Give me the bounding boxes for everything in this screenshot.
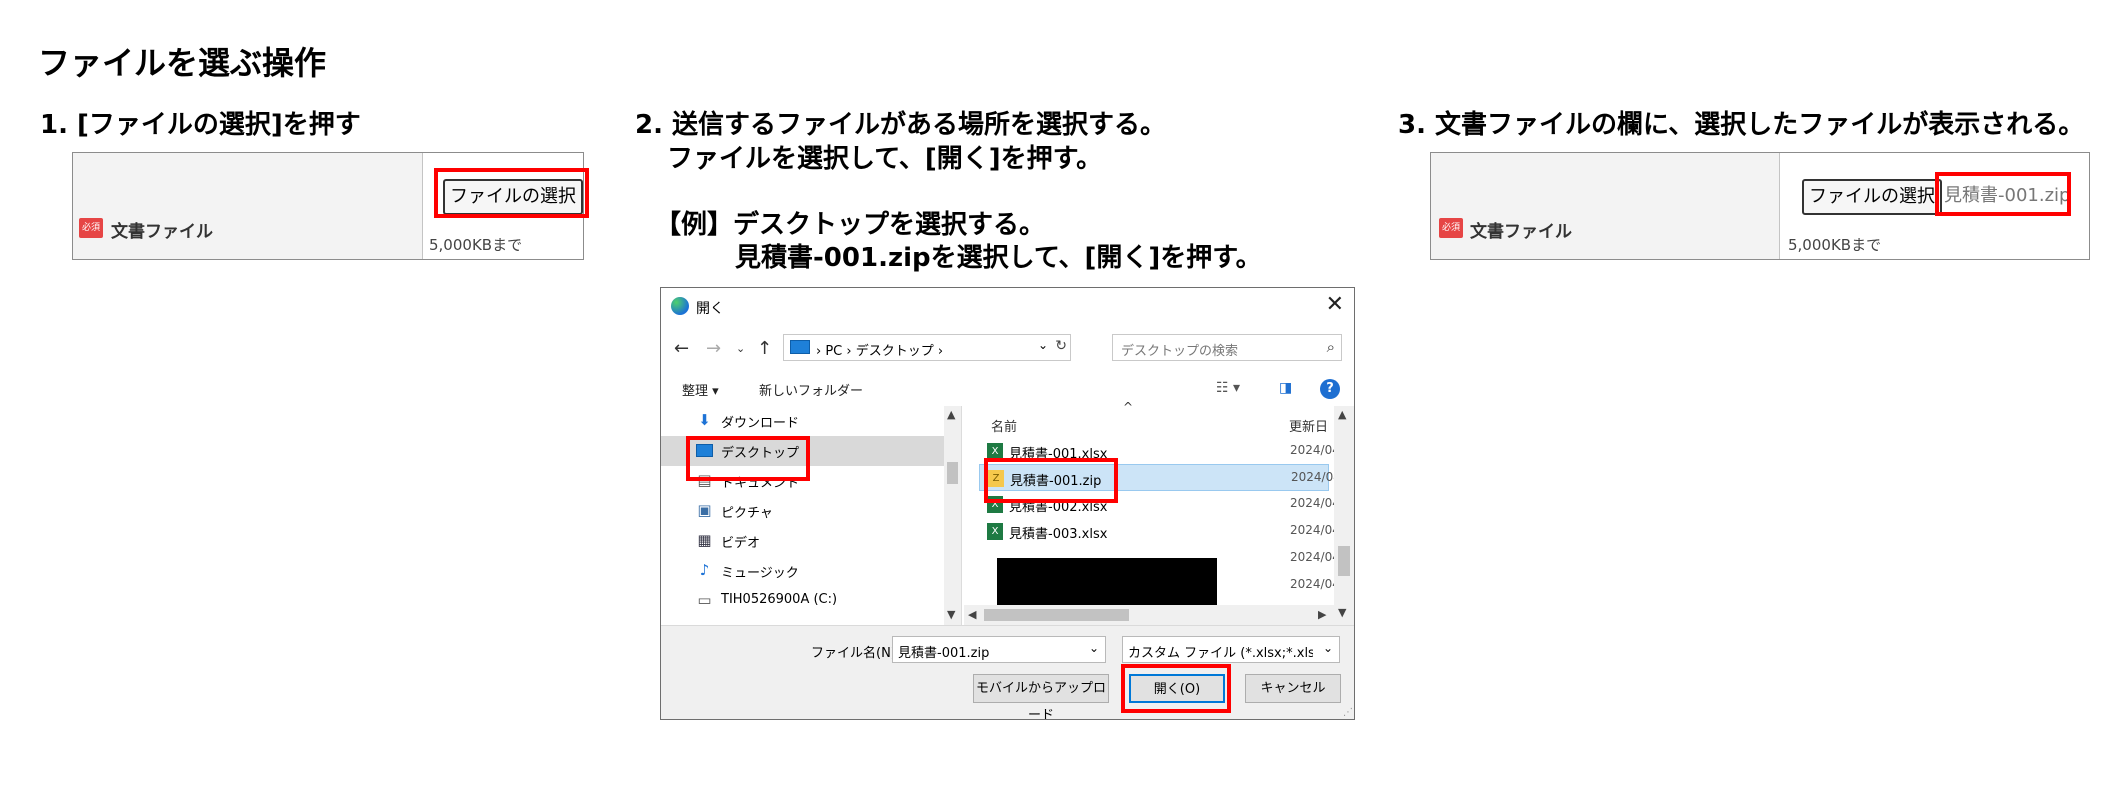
scroll-up-icon[interactable]: ▲	[947, 408, 955, 421]
scroll-down-icon[interactable]: ▼	[1338, 606, 1346, 619]
horizontal-scroll-thumb[interactable]	[984, 609, 1129, 621]
nav-scroll-thumb[interactable]	[947, 462, 958, 484]
file-scroll-thumb[interactable]	[1338, 546, 1350, 576]
back-arrow-icon[interactable]: ←	[674, 338, 689, 359]
file-type-select[interactable]: カスタム ファイル (*.xlsx;*.xlsm;*.xl ⌄	[1122, 636, 1340, 663]
help-icon[interactable]: ?	[1320, 379, 1340, 399]
file-type-value: カスタム ファイル (*.xlsx;*.xlsm;*.xl	[1128, 646, 1313, 661]
sort-up-icon: ^	[1123, 400, 1134, 414]
highlight-desktop	[686, 436, 810, 481]
step3-text: 3. 文書ファイルの欄に、選択したファイルが表示される。	[1398, 110, 2085, 140]
highlight-open-button	[1121, 664, 1231, 713]
search-input[interactable]: デスクトップの検索 ⌕	[1112, 334, 1342, 361]
example-text-line1: 【例】デスクトップを選択する。	[655, 210, 1046, 240]
open-file-dialog: 開く ✕ ← → ⌄ ↑ › PC › デスクトップ › ⌄ ↻ デスクトップの…	[660, 287, 1355, 720]
highlight-selected-file	[1935, 172, 2071, 216]
step2-text-line1: 2. 送信するファイルがある場所を選択する。	[635, 110, 1167, 140]
page-title: ファイルを選ぶ操作	[38, 44, 327, 82]
scroll-left-icon[interactable]: ◀	[968, 608, 976, 621]
up-arrow-icon[interactable]: ↑	[757, 338, 772, 359]
nav-item-label: ダウンロード	[721, 416, 800, 431]
recent-dropdown-icon[interactable]: ⌄	[736, 342, 745, 355]
dialog-title: 開く	[696, 301, 724, 317]
address-bar[interactable]: › PC › デスクトップ › ⌄ ↻	[783, 334, 1071, 361]
address-path: › PC › デスクトップ ›	[816, 344, 944, 359]
field-label: 文書ファイル	[1470, 222, 1572, 242]
size-limit: 5,000KBまで	[429, 236, 523, 254]
column-header-name[interactable]: 名前	[991, 416, 1017, 435]
step2-text-line2: ファイルを選択して、[開く]を押す。	[667, 144, 1103, 174]
forward-arrow-icon[interactable]: →	[706, 338, 721, 359]
nav-item-music[interactable]: ♪ ミュージック	[661, 556, 944, 586]
nav-item-pictures[interactable]: ▣ ピクチャ	[661, 496, 944, 526]
preview-pane-icon[interactable]: ◨	[1279, 380, 1292, 396]
view-options-icon[interactable]: ☷ ▾	[1216, 380, 1240, 396]
search-placeholder: デスクトップの検索	[1121, 344, 1239, 359]
nav-item-label: ミュージック	[721, 566, 799, 581]
video-icon: ▦	[697, 531, 712, 549]
browser-icon	[671, 297, 689, 315]
nav-item-label: ビデオ	[721, 536, 761, 551]
field-label-cell: 必須 文書ファイル	[73, 153, 423, 259]
close-icon[interactable]: ✕	[1326, 292, 1344, 317]
pane-divider	[961, 406, 962, 625]
chevron-down-icon[interactable]: ⌄	[1089, 641, 1099, 655]
organize-menu[interactable]: 整理 ▾	[682, 380, 719, 399]
filename-value: 見積書-001.zip	[898, 646, 990, 661]
picture-icon: ▣	[697, 501, 712, 519]
highlight-choose-button	[434, 168, 589, 218]
size-limit: 5,000KBまで	[1788, 236, 1882, 254]
scroll-up-icon[interactable]: ▲	[1338, 408, 1346, 421]
nav-item-label: ピクチャ	[721, 506, 773, 521]
chevron-down-icon[interactable]: ⌄	[1038, 338, 1048, 352]
filename-label: ファイル名(N):	[811, 646, 901, 661]
download-icon: ⬇	[698, 411, 711, 429]
nav-item-drive-c[interactable]: ▭ TIH0526900A (C:)	[661, 586, 944, 616]
required-badge: 必須	[1439, 218, 1463, 238]
scroll-down-icon[interactable]: ▼	[947, 608, 955, 621]
pc-icon	[790, 340, 810, 354]
required-badge: 必須	[79, 218, 103, 238]
refresh-icon[interactable]: ↻	[1055, 338, 1067, 354]
file-list-scrollbar[interactable]: ▲ ▼	[1334, 406, 1354, 625]
file-name: 見積書-003.xlsx	[1009, 527, 1108, 542]
filename-input[interactable]: 見積書-001.zip ⌄	[892, 636, 1106, 663]
step1-text: 1. [ファイルの選択]を押す	[40, 110, 361, 140]
drive-icon: ▭	[697, 591, 712, 609]
nav-item-videos[interactable]: ▦ ビデオ	[661, 526, 944, 556]
file-row[interactable]: X 見積書-003.xlsx 2024/04/	[979, 518, 1344, 545]
horizontal-scrollbar[interactable]: ◀ ▶	[964, 605, 1334, 625]
cancel-button[interactable]: キャンセル	[1245, 674, 1341, 703]
resize-grip-icon[interactable]: ⋰	[1343, 707, 1353, 718]
nav-item-downloads[interactable]: ⬇ ダウンロード	[661, 406, 944, 436]
dialog-footer: ファイル名(N): 見積書-001.zip ⌄ カスタム ファイル (*.xls…	[661, 625, 1354, 719]
scroll-right-icon[interactable]: ▶	[1318, 608, 1326, 621]
chevron-down-icon[interactable]: ⌄	[1323, 641, 1333, 655]
field-label-cell: 必須 文書ファイル	[1431, 153, 1780, 259]
column-header-date[interactable]: 更新日時	[1289, 416, 1329, 435]
redacted-area	[997, 558, 1217, 608]
choose-file-button[interactable]: ファイルの選択	[1802, 179, 1942, 215]
new-folder-button[interactable]: 新しいフォルダー	[759, 380, 863, 399]
search-icon[interactable]: ⌕	[1327, 338, 1335, 356]
nav-item-label: TIH0526900A (C:)	[721, 592, 838, 607]
example-text-line2: 見積書-001.zipを選択して、[開く]を押す。	[735, 243, 1262, 273]
music-icon: ♪	[699, 561, 710, 579]
highlight-zip-file	[984, 458, 1118, 503]
field-label: 文書ファイル	[111, 222, 213, 242]
excel-icon: X	[987, 523, 1003, 540]
upload-from-mobile-button[interactable]: モバイルからアップロード	[973, 674, 1109, 719]
nav-scrollbar[interactable]: ▲ ▼	[944, 406, 961, 625]
